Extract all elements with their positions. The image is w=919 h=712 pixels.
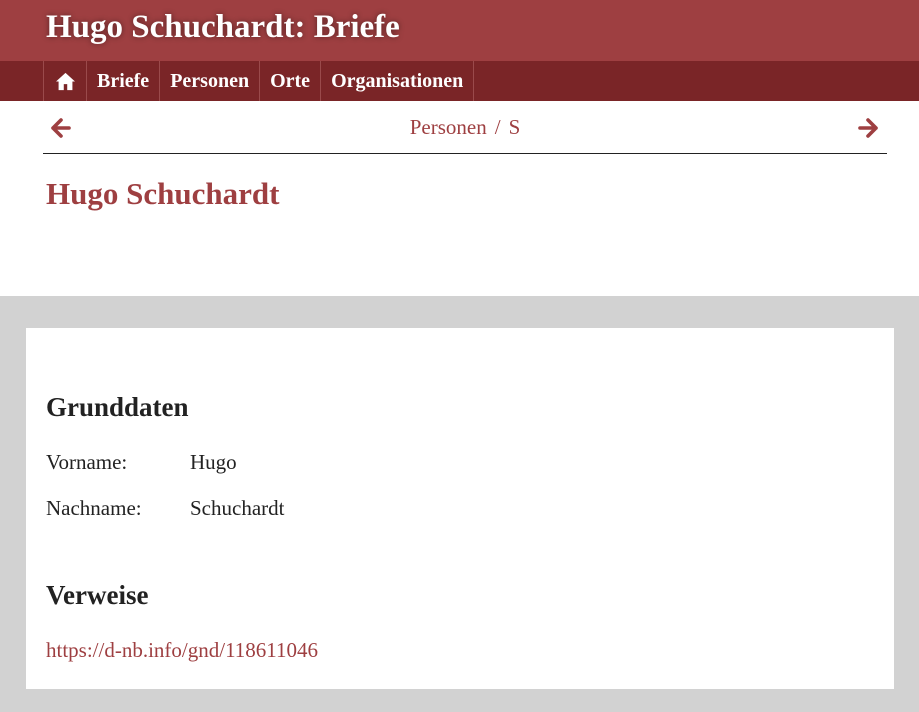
grunddaten-heading: Grunddaten — [46, 392, 189, 422]
field-value: Schuchardt — [190, 496, 285, 520]
nav-home[interactable] — [43, 61, 86, 101]
verweise-heading: Verweise — [46, 580, 149, 610]
main-navbar: Briefe Personen Orte Organisationen — [0, 61, 919, 101]
pager: Personen / S — [43, 101, 887, 154]
breadcrumb-personen[interactable]: Personen — [410, 115, 487, 139]
arrow-right-icon — [858, 118, 878, 138]
nav-item-personen[interactable]: Personen — [159, 61, 259, 101]
nav-list: Briefe Personen Orte Organisationen — [43, 61, 475, 101]
top-band: Hugo Schuchardt: Briefe Briefe Personen … — [0, 0, 919, 296]
field-label: Vorname: — [46, 450, 128, 474]
nav-item-orte[interactable]: Orte — [259, 61, 320, 101]
field-row-nachname: Nachname: Schuchardt — [46, 496, 284, 521]
next-button[interactable] — [858, 118, 878, 138]
site-header: Hugo Schuchardt: Briefe — [0, 0, 919, 61]
gnd-link[interactable]: https://d-nb.info/gnd/118611046 — [46, 638, 318, 663]
person-card: Grunddaten Vorname: Hugo Nachname: Schucha… — [26, 328, 894, 689]
breadcrumb: Personen / S — [43, 115, 887, 140]
field-row-vorname: Vorname: Hugo — [46, 450, 237, 475]
field-value: Hugo — [190, 450, 237, 474]
nav-item-organisationen[interactable]: Organisationen — [320, 61, 475, 101]
home-icon — [55, 72, 75, 90]
page-title: Hugo Schuchardt — [46, 176, 280, 211]
nav-item-briefe[interactable]: Briefe — [86, 61, 159, 101]
field-label: Nachname: — [46, 496, 142, 520]
site-title[interactable]: Hugo Schuchardt: Briefe — [46, 9, 400, 46]
breadcrumb-separator: / — [494, 115, 501, 139]
breadcrumb-s[interactable]: S — [509, 115, 521, 139]
